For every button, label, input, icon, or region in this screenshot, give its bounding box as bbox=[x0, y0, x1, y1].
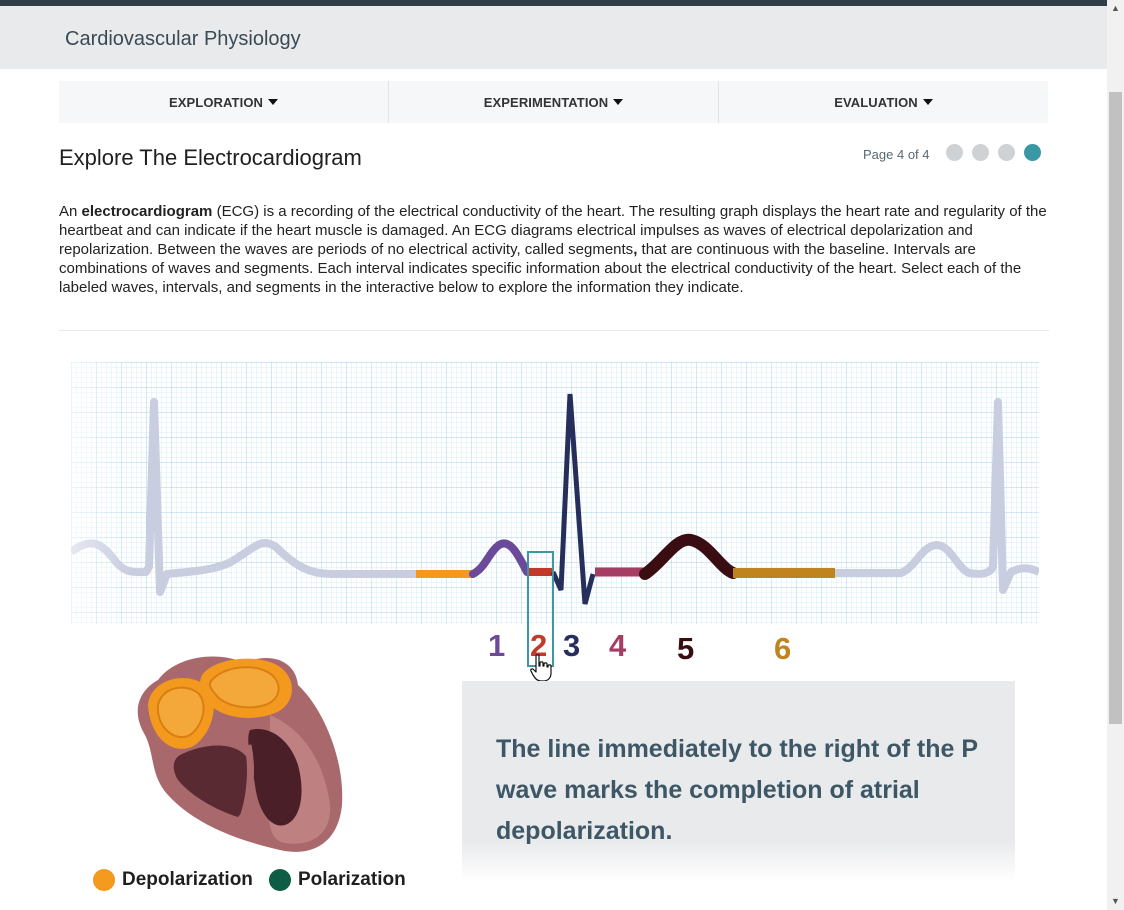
heart-right-atrium-inner bbox=[156, 686, 205, 738]
intro-lead: An bbox=[59, 203, 82, 220]
ecg-label-6[interactable]: 6 bbox=[774, 631, 791, 667]
legend-depolarization-label: Depolarization bbox=[122, 869, 253, 890]
page-dot-1[interactable] bbox=[946, 144, 963, 161]
scroll-up-arrow-icon[interactable]: ▲ bbox=[1107, 0, 1124, 17]
intro-term-ecg: electrocardiogram bbox=[81, 203, 213, 220]
app-title: Cardiovascular Physiology bbox=[65, 28, 301, 50]
page-title: Explore The Electrocardiogram bbox=[59, 145, 362, 170]
depolarization-dot-icon bbox=[93, 869, 115, 891]
hand-cursor-icon bbox=[530, 654, 552, 682]
caret-down-icon bbox=[613, 99, 624, 105]
main-nav: EXPLORATION EXPERIMENTATION EVALUATION bbox=[59, 81, 1048, 123]
divider bbox=[59, 330, 1049, 331]
legend-depolarization: Depolarization bbox=[93, 869, 253, 891]
tab-evaluation-label: EVALUATION bbox=[834, 94, 918, 110]
page-dot-3[interactable] bbox=[998, 144, 1015, 161]
heart-illustration bbox=[137, 656, 343, 852]
scrollbar[interactable]: ▲ ▼ bbox=[1107, 0, 1124, 910]
app-header: Cardiovascular Physiology bbox=[0, 6, 1107, 69]
legend-polarization-label: Polarization bbox=[298, 869, 406, 890]
scroll-down-arrow-icon[interactable]: ▼ bbox=[1107, 893, 1124, 910]
info-panel: The line immediately to the right of the… bbox=[462, 681, 1015, 881]
polarization-dot-icon bbox=[269, 869, 291, 891]
ecg-label-3[interactable]: 3 bbox=[563, 628, 580, 664]
scroll-thumb[interactable] bbox=[1109, 92, 1122, 724]
ecg-label-1[interactable]: 1 bbox=[488, 628, 505, 664]
ecg-fade-left bbox=[71, 362, 131, 624]
page-indicator: Page 4 of 4 bbox=[863, 147, 930, 162]
legend-polarization: Polarization bbox=[269, 869, 406, 891]
ecg-label-5[interactable]: 5 bbox=[677, 631, 694, 667]
page-dot-4[interactable] bbox=[1024, 144, 1041, 161]
ecg-label-4[interactable]: 4 bbox=[609, 628, 626, 664]
tab-evaluation[interactable]: EVALUATION bbox=[718, 81, 1048, 123]
page-dots bbox=[946, 144, 1041, 161]
info-text: The line immediately to the right of the… bbox=[496, 735, 978, 845]
tab-experimentation-label: EXPERIMENTATION bbox=[483, 94, 609, 110]
ecg-graph bbox=[71, 362, 1039, 624]
ecg-grid bbox=[71, 362, 1039, 624]
tab-experimentation[interactable]: EXPERIMENTATION bbox=[388, 81, 718, 123]
tab-exploration-label: EXPLORATION bbox=[168, 94, 264, 110]
tab-exploration[interactable]: EXPLORATION bbox=[59, 81, 388, 123]
caret-down-icon bbox=[922, 99, 933, 105]
caret-down-icon bbox=[268, 99, 279, 105]
intro-paragraph: An electrocardiogram (ECG) is a recordin… bbox=[59, 202, 1049, 297]
page-dot-2[interactable] bbox=[972, 144, 989, 161]
